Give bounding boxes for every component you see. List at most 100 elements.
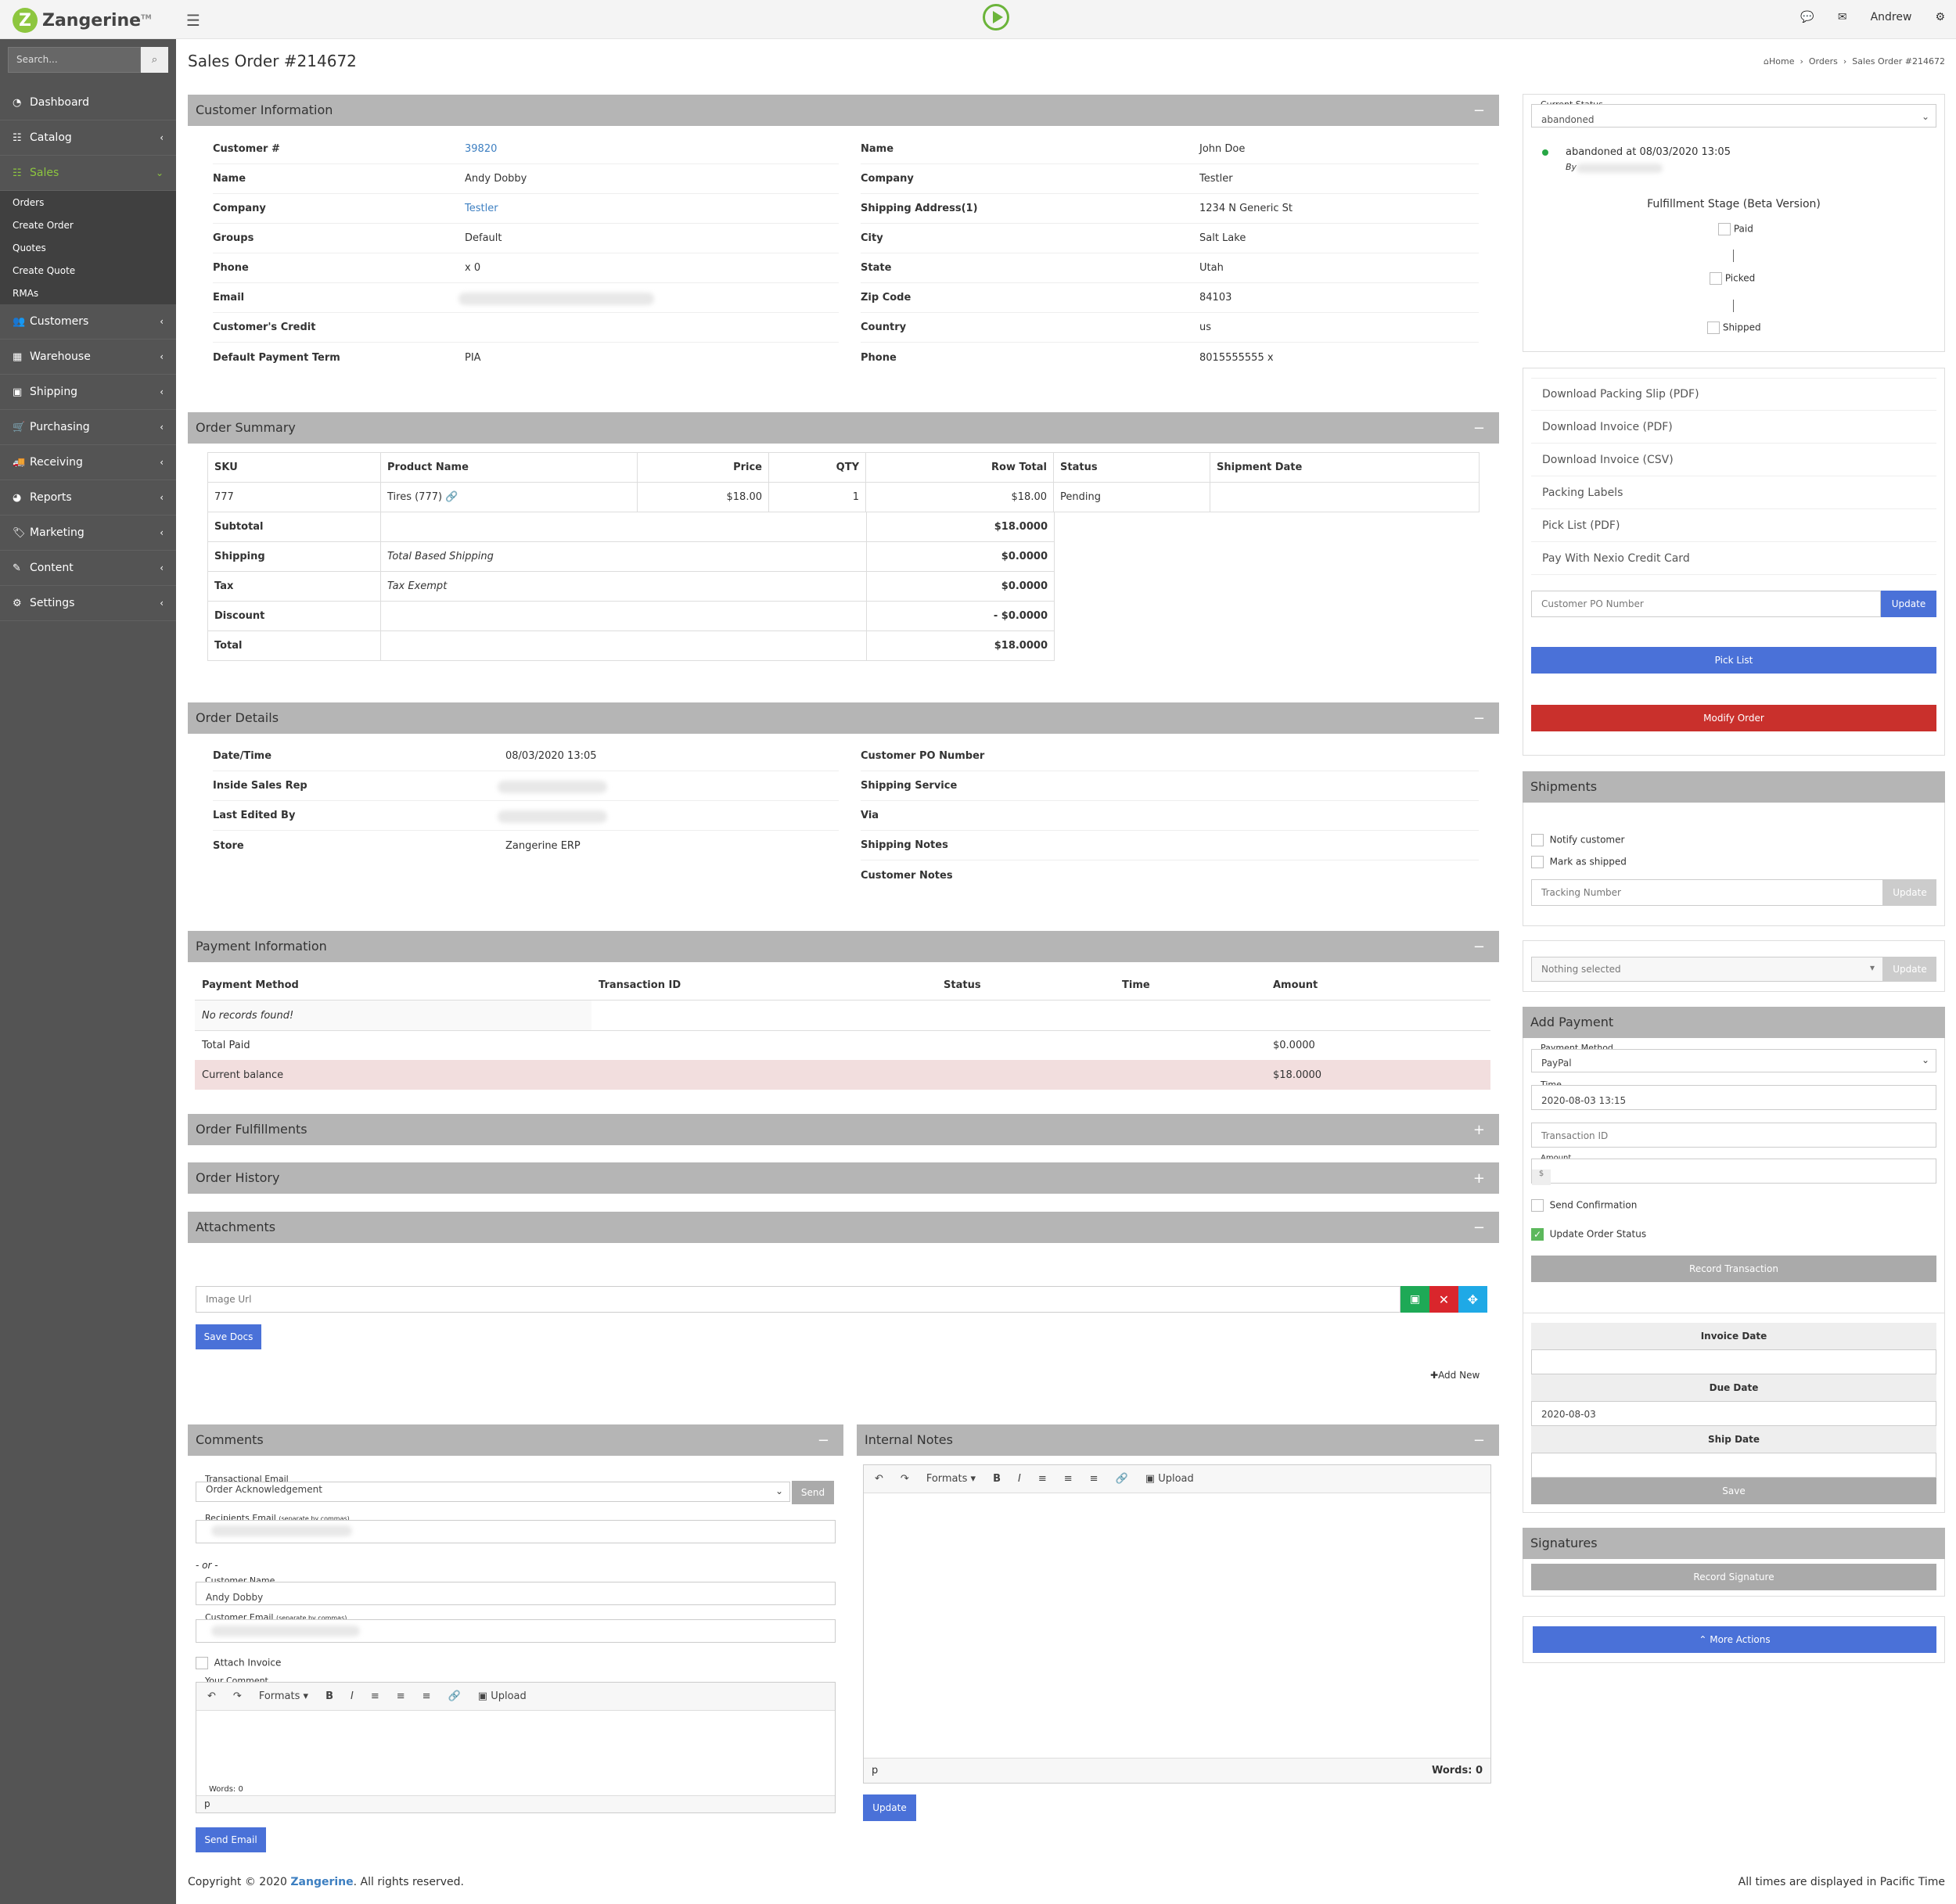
transaction-id-input[interactable]: Transaction ID xyxy=(1531,1123,1936,1148)
collapse-icon[interactable]: − xyxy=(1473,102,1491,119)
mail-icon[interactable]: ✉ xyxy=(1838,11,1847,23)
tracking-number-input[interactable]: Tracking Number xyxy=(1531,879,1883,906)
pick-list-pdf-link[interactable]: Pick List (PDF) xyxy=(1531,509,1936,542)
update-notes-button[interactable]: Update xyxy=(863,1794,916,1821)
payment-method-select[interactable]: PayPal ⌄ xyxy=(1531,1049,1936,1072)
collapse-icon[interactable]: − xyxy=(1473,1432,1491,1449)
company-link[interactable]: Testler xyxy=(465,203,498,214)
save-dates-button[interactable]: Save xyxy=(1531,1478,1936,1504)
ship-date-input[interactable] xyxy=(1531,1453,1936,1478)
customer-name-input[interactable]: Andy Dobby xyxy=(196,1582,836,1605)
settings-icon[interactable]: ⚙ xyxy=(1935,11,1945,23)
mark-shipped-checkbox[interactable] xyxy=(1531,856,1544,868)
collapse-icon[interactable]: − xyxy=(1473,1220,1491,1236)
submenu-create-quote[interactable]: Create Quote xyxy=(0,259,176,282)
record-signature-button[interactable]: Record Signature xyxy=(1531,1564,1936,1590)
sidebar-item-settings[interactable]: ⚙ Settings ‹ xyxy=(0,586,176,621)
undo-icon[interactable]: ↶ xyxy=(207,1690,216,1702)
product-name[interactable]: Tires (777) xyxy=(387,491,442,503)
sidebar-item-customers[interactable]: 👥 Customers ‹ xyxy=(0,304,176,339)
align-center-icon[interactable]: ≡ xyxy=(1064,1473,1073,1485)
customer-info-header[interactable]: Customer Information − xyxy=(188,95,1499,126)
payment-time-input[interactable]: 2020-08-03 13:15 xyxy=(1531,1085,1936,1110)
align-center-icon[interactable]: ≡ xyxy=(397,1690,405,1702)
bold-icon[interactable]: B xyxy=(325,1690,333,1702)
hamburger-menu-icon[interactable]: ☰ xyxy=(186,11,200,30)
upload-button[interactable]: ▣ Upload xyxy=(478,1690,527,1702)
redo-icon[interactable]: ↷ xyxy=(901,1473,909,1485)
update-po-button[interactable]: Update xyxy=(1881,591,1936,617)
italic-icon[interactable]: I xyxy=(351,1690,354,1702)
align-left-icon[interactable]: ≡ xyxy=(371,1690,379,1702)
amount-input[interactable]: $ xyxy=(1531,1159,1936,1185)
comment-editor[interactable]: ↶ ↷ Formats ▾ BI ≡ ≡ ≡ 🔗 ▣ Upload Words: 0 … xyxy=(196,1682,836,1813)
chat-icon[interactable]: 💬 xyxy=(1800,11,1814,23)
current-status-select[interactable]: abandoned ⌄ xyxy=(1531,104,1936,128)
send-email-button[interactable]: Send Email xyxy=(196,1827,266,1852)
sidebar-item-dashboard[interactable]: ◔ Dashboard xyxy=(0,85,176,120)
link-icon[interactable]: 🔗 xyxy=(1116,1473,1128,1485)
italic-icon[interactable]: I xyxy=(1018,1473,1021,1485)
pick-list-button[interactable]: Pick List xyxy=(1531,647,1936,674)
collapse-icon[interactable]: − xyxy=(1473,420,1491,436)
order-fulfillments-header[interactable]: Order Fulfillments + xyxy=(188,1114,1499,1145)
add-new-link[interactable]: ✚Add New xyxy=(1430,1370,1480,1381)
undo-icon[interactable]: ↶ xyxy=(875,1473,883,1485)
packing-labels-link[interactable]: Packing Labels xyxy=(1531,476,1936,509)
download-packing-slip-link[interactable]: Download Packing Slip (PDF) xyxy=(1531,378,1936,411)
expand-icon[interactable]: + xyxy=(1473,1122,1491,1138)
search-icon[interactable]: ⌕ xyxy=(141,47,168,73)
submenu-orders[interactable]: Orders xyxy=(0,191,176,214)
attach-invoice-checkbox[interactable] xyxy=(196,1657,208,1669)
internal-notes-editor[interactable]: ↶ ↷ Formats ▾ B I ≡ ≡ ≡ 🔗 ▣ Upload p Words: 0 xyxy=(863,1464,1491,1784)
sidebar-item-sales[interactable]: ☷ Sales ⌄ xyxy=(0,156,176,191)
modify-order-button[interactable]: Modify Order xyxy=(1531,705,1936,731)
image-icon[interactable]: ▣ xyxy=(1400,1286,1429,1313)
align-right-icon[interactable]: ≡ xyxy=(1090,1473,1098,1485)
paid-checkbox[interactable] xyxy=(1718,223,1731,235)
record-transaction-button[interactable]: Record Transaction xyxy=(1531,1256,1936,1282)
sidebar-item-reports[interactable]: ◕ Reports ‹ xyxy=(0,480,176,516)
sidebar-item-receiving[interactable]: 🚚 Receiving ‹ xyxy=(0,445,176,480)
sidebar-item-marketing[interactable]: 🏷 Marketing ‹ xyxy=(0,516,176,551)
update-shipment-button[interactable]: Update xyxy=(1883,957,1936,982)
image-url-input[interactable]: Image Url xyxy=(196,1286,1400,1313)
transactional-email-select[interactable]: Order Acknowledgement ⌄ xyxy=(196,1482,790,1502)
close-icon[interactable]: ✕ xyxy=(1429,1286,1458,1313)
download-invoice-csv-link[interactable]: Download Invoice (CSV) xyxy=(1531,444,1936,476)
link-icon[interactable]: 🔗 xyxy=(448,1690,461,1702)
sidebar-item-shipping[interactable]: ▣ Shipping ‹ xyxy=(0,375,176,410)
align-right-icon[interactable]: ≡ xyxy=(422,1690,431,1702)
upload-button[interactable]: ▣ Upload xyxy=(1145,1473,1194,1485)
collapse-icon[interactable]: − xyxy=(818,1432,836,1449)
payment-info-header[interactable]: Payment Information − xyxy=(188,931,1499,962)
user-name[interactable]: Andrew xyxy=(1871,11,1912,23)
send-confirmation-checkbox[interactable] xyxy=(1531,1199,1544,1212)
search-input[interactable]: Search... xyxy=(8,47,141,73)
order-summary-header[interactable]: Order Summary − xyxy=(188,412,1499,444)
invoice-date-input[interactable] xyxy=(1531,1349,1936,1374)
breadcrumb-orders[interactable]: Orders xyxy=(1809,56,1838,66)
order-details-header[interactable]: Order Details − xyxy=(188,702,1499,734)
order-history-header[interactable]: Order History + xyxy=(188,1162,1499,1194)
comments-header[interactable]: Comments − xyxy=(188,1424,843,1456)
internal-notes-header[interactable]: Internal Notes − xyxy=(857,1424,1499,1456)
zangerine-link[interactable]: Zangerine xyxy=(290,1876,353,1888)
customer-number-link[interactable]: 39820 xyxy=(465,143,497,155)
redo-icon[interactable]: ↷ xyxy=(233,1690,242,1702)
breadcrumb-home[interactable]: Home xyxy=(1769,56,1794,66)
shipment-select[interactable]: Nothing selected ▾ xyxy=(1531,957,1883,982)
submenu-quotes[interactable]: Quotes xyxy=(0,236,176,259)
due-date-input[interactable]: 2020-08-03 xyxy=(1531,1401,1936,1426)
sidebar-item-purchasing[interactable]: 🛒 Purchasing ‹ xyxy=(0,410,176,445)
link-icon[interactable]: 🔗 xyxy=(445,491,458,503)
play-icon[interactable] xyxy=(983,4,1009,31)
save-docs-button[interactable]: Save Docs xyxy=(196,1324,261,1349)
customer-po-input[interactable]: Customer PO Number xyxy=(1531,591,1881,617)
formats-dropdown[interactable]: Formats ▾ xyxy=(259,1690,308,1702)
submenu-create-order[interactable]: Create Order xyxy=(0,214,176,236)
shipped-checkbox[interactable] xyxy=(1707,322,1720,334)
sidebar-item-warehouse[interactable]: ▦ Warehouse ‹ xyxy=(0,339,176,375)
send-button[interactable]: Send xyxy=(792,1481,834,1504)
expand-icon[interactable]: + xyxy=(1473,1170,1491,1187)
